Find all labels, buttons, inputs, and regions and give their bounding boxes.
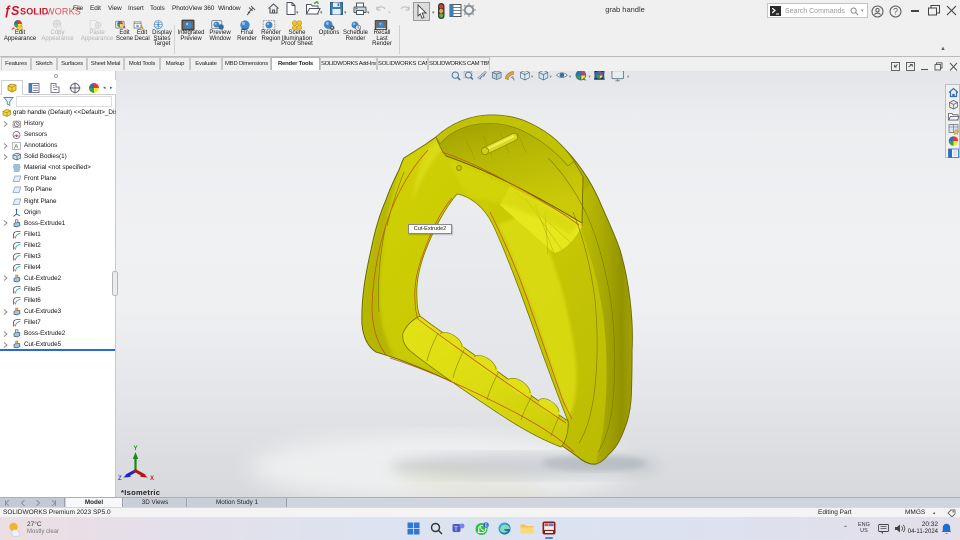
svg-text:SOLID: SOLID — [20, 7, 49, 17]
svg-text:▾: ▾ — [531, 74, 533, 79]
svg-text:T: T — [454, 526, 458, 533]
svg-text:ƒS: ƒS — [4, 4, 20, 18]
svg-text:X: X — [150, 476, 154, 482]
svg-text:6: 6 — [485, 523, 488, 529]
svg-text:?: ? — [893, 7, 898, 17]
svg-text:▾: ▾ — [588, 74, 590, 79]
svg-text:A: A — [14, 144, 19, 151]
svg-text:▾: ▾ — [550, 74, 552, 79]
svg-text:▾: ▾ — [627, 74, 629, 79]
svg-text:▾: ▾ — [569, 74, 571, 79]
svg-text:Z: Z — [118, 476, 122, 482]
svg-text:Y: Y — [134, 446, 138, 452]
